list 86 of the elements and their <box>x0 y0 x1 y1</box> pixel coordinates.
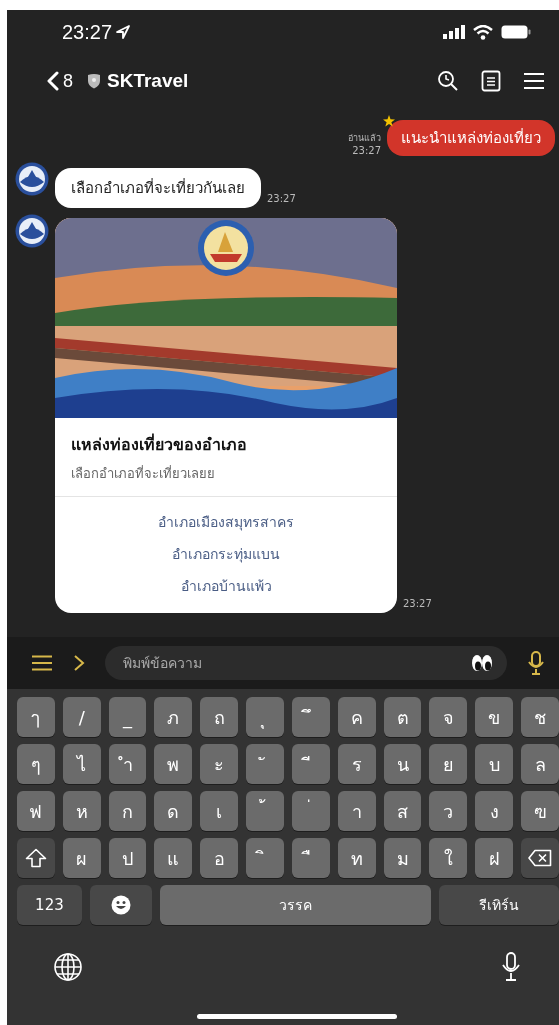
key[interactable]: ใ <box>429 838 468 878</box>
key[interactable]: ฃ <box>521 791 559 831</box>
key[interactable]: ร <box>337 744 376 784</box>
action-link[interactable]: อำเภอเมืองสมุทรสาคร <box>158 511 294 533</box>
shift-key[interactable] <box>17 838 55 878</box>
backspace-key[interactable] <box>521 838 559 878</box>
backspace-icon <box>528 849 552 867</box>
key[interactable]: เ <box>200 791 239 831</box>
key[interactable]: _ <box>108 697 147 737</box>
key[interactable]: ๆ <box>17 744 55 784</box>
shield-icon <box>87 73 101 89</box>
shift-arrow-icon <box>24 848 47 868</box>
key[interactable]: ล <box>521 744 559 784</box>
status-time: 23:27 <box>62 20 113 44</box>
key[interactable]: ิ <box>246 838 284 878</box>
key[interactable]: อ <box>200 838 239 878</box>
key[interactable]: ท <box>337 838 376 878</box>
return-key[interactable]: รีเทิร์น <box>439 885 559 925</box>
key[interactable]: ผ <box>62 838 101 878</box>
card-title: แหล่งท่องเที่ยวของอำเภอ <box>71 432 248 456</box>
key[interactable]: ื <box>291 838 330 878</box>
search-icon[interactable] <box>437 70 459 92</box>
key[interactable]: จ <box>429 697 468 737</box>
key[interactable]: ไ <box>62 744 101 784</box>
notes-icon[interactable] <box>481 70 501 92</box>
signal-icon <box>443 25 465 39</box>
message-bubble: เลือกอำเภอที่จะเที่ยวกันเลย <box>55 168 261 208</box>
battery-icon <box>501 25 531 39</box>
emoji-key[interactable] <box>89 885 152 925</box>
card-subtitle: เลือกอำเภอที่จะเที่ยวเลยย <box>71 464 216 483</box>
key[interactable]: บ <box>475 744 514 784</box>
key[interactable]: / <box>62 697 101 737</box>
back-button[interactable]: 8 <box>47 70 73 92</box>
globe-icon[interactable] <box>53 952 83 982</box>
numbers-key[interactable]: 123 <box>17 885 82 925</box>
key[interactable]: ส <box>383 791 422 831</box>
message-time: 23:27 <box>403 598 432 609</box>
key[interactable]: ม <box>383 838 422 878</box>
action-link[interactable]: อำเภอกระทุ่มแบน <box>172 543 280 565</box>
key[interactable]: ห <box>62 791 101 831</box>
key[interactable]: ั <box>246 744 284 784</box>
chevron-right-icon[interactable] <box>73 654 85 672</box>
key[interactable]: น <box>383 744 422 784</box>
location-arrow-icon <box>115 24 132 40</box>
key[interactable]: ด <box>154 791 193 831</box>
key[interactable]: ี <box>291 744 330 784</box>
message-time: 23:27 <box>267 193 296 204</box>
key[interactable]: ้ <box>246 791 284 831</box>
key[interactable]: า <box>337 791 376 831</box>
action-link[interactable]: อำเภอบ้านแพ้ว <box>180 575 272 597</box>
star-icon <box>383 115 395 127</box>
microphone-icon[interactable] <box>501 952 521 982</box>
message-field[interactable]: พิมพ์ข้อความ <box>105 646 507 680</box>
message-time: 23:27 <box>352 145 381 156</box>
key[interactable]: ย <box>429 744 468 784</box>
key[interactable]: ถ <box>200 697 239 737</box>
key[interactable]: ๅ <box>17 697 55 737</box>
key[interactable]: ะ <box>200 744 239 784</box>
key[interactable]: ค <box>337 697 376 737</box>
smiley-icon <box>110 895 131 915</box>
chat-title: SKTravel <box>107 70 189 92</box>
key[interactable]: ่ <box>291 791 330 831</box>
key[interactable]: ป <box>108 838 147 878</box>
microphone-icon[interactable] <box>527 651 545 675</box>
key[interactable]: ต <box>383 697 422 737</box>
key[interactable]: ง <box>475 791 514 831</box>
key[interactable]: ภ <box>154 697 193 737</box>
key[interactable]: ุ <box>246 697 284 737</box>
menu-icon[interactable] <box>31 655 53 671</box>
avatar-icon[interactable] <box>15 162 49 196</box>
key[interactable]: แ <box>154 838 193 878</box>
key[interactable]: ึ <box>291 697 330 737</box>
key[interactable]: ว <box>429 791 468 831</box>
key[interactable]: ข <box>475 697 514 737</box>
read-receipt: อ่านแล้ว <box>348 132 381 145</box>
key[interactable]: ำ <box>108 744 147 784</box>
wifi-icon <box>473 24 493 40</box>
space-key[interactable]: วรรค <box>159 885 432 925</box>
key[interactable]: พ <box>154 744 193 784</box>
eyes-icon[interactable] <box>471 654 493 672</box>
key[interactable]: ฟ <box>17 791 55 831</box>
key[interactable]: ช <box>521 697 559 737</box>
back-chevron-icon <box>47 71 59 91</box>
key[interactable]: ฝ <box>475 838 514 878</box>
avatar-icon[interactable] <box>15 214 49 248</box>
key[interactable]: ก <box>108 791 147 831</box>
